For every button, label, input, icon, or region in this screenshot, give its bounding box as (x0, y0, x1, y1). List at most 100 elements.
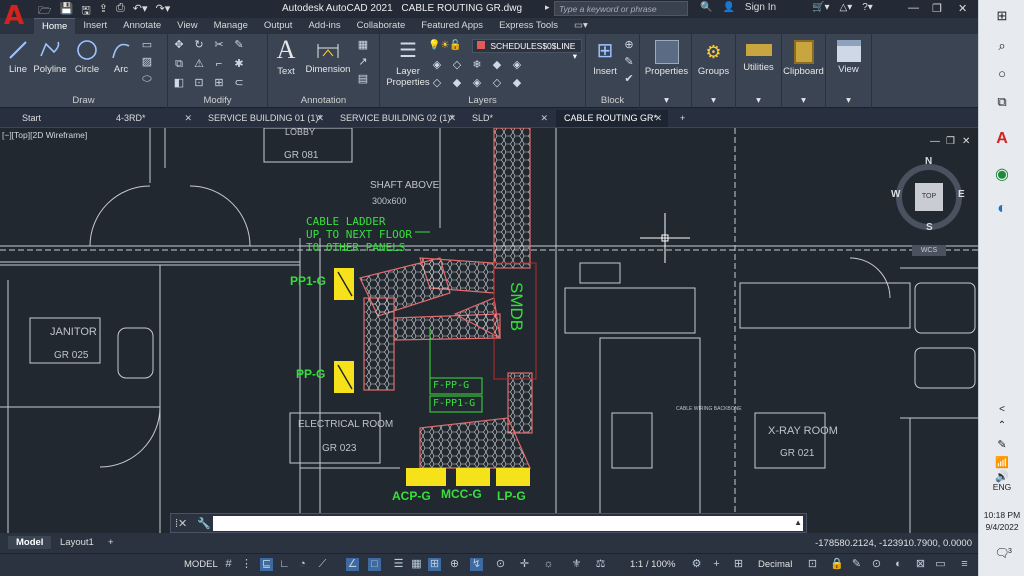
command-history-chevron-up-icon[interactable]: ▲ (794, 518, 802, 527)
fillet-icon[interactable]: ⌐ (212, 57, 226, 71)
chrome-icon[interactable]: ◉ (979, 164, 1024, 184)
dimension-button[interactable]: Dimension (304, 38, 352, 75)
units-icon[interactable]: ⊞ (732, 558, 745, 571)
tray-chevron-icon[interactable]: ⌃ (979, 420, 1024, 431)
layer-walk-icon[interactable]: ◆ (510, 76, 524, 90)
tab-express-tools[interactable]: Express Tools (491, 18, 566, 34)
cart-icon[interactable]: 🛒▾ (812, 2, 829, 13)
customization-menu-icon[interactable]: ≡ (958, 558, 971, 571)
tab-collaborate[interactable]: Collaborate (349, 18, 414, 34)
doc-tab-4-3rd[interactable]: 4-3RD* ✕ (108, 110, 198, 127)
tray-overflow-icon[interactable]: < (979, 404, 1024, 415)
selection-cycling-icon[interactable]: ⊞ (428, 558, 441, 571)
tab-featured-apps[interactable]: Featured Apps (413, 18, 491, 34)
layer-isolate-icon[interactable]: ◇ (450, 58, 464, 72)
markup-icon[interactable]: ▤ (356, 72, 370, 86)
utilities-button[interactable]: Utilities ▾ (736, 34, 782, 108)
isodraft-icon[interactable]: ⟋ (316, 558, 329, 571)
close-icon[interactable]: ✕ (654, 113, 662, 124)
groups-button[interactable]: ⚙ Groups ▾ (692, 34, 736, 108)
doc-tab-service-building-01[interactable]: SERVICE BUILDING 01 (1)* ✕ (200, 110, 330, 127)
table-icon[interactable]: ▦ (356, 38, 370, 52)
layer-dropdown[interactable]: SCHEDULES$0$LINE ▾ (472, 39, 582, 61)
hatch-icon[interactable]: ▨ (140, 55, 154, 69)
close-icon[interactable]: ✕ (958, 2, 967, 15)
restore-icon[interactable]: ❐ (932, 2, 942, 15)
clock-date[interactable]: 9/4/2022 (979, 522, 1024, 532)
tab-layout1[interactable]: Layout1 (52, 536, 102, 549)
compass-east[interactable]: E (958, 189, 965, 200)
layer-thaw-icon[interactable]: ◆ (450, 76, 464, 90)
osnap-icon[interactable]: □ (368, 558, 381, 571)
polyline-button[interactable]: Polyline (32, 38, 68, 75)
isolate-objects-icon[interactable]: ✎ (850, 558, 863, 571)
edit-block-icon[interactable]: ✎ (622, 55, 636, 69)
command-close-icon[interactable]: ⁞✕ (175, 517, 187, 530)
annotation-monitor-icon[interactable]: + (710, 558, 723, 571)
language-indicator[interactable]: ENG (979, 482, 1024, 492)
compass-north[interactable]: N (925, 156, 932, 167)
gizmo-icon[interactable]: ✛ (518, 558, 531, 571)
layers-panel-title[interactable]: Layers (380, 95, 585, 106)
trim-icon[interactable]: ✂ (212, 38, 226, 52)
close-icon[interactable]: ✕ (448, 113, 456, 124)
doc-tab-sld[interactable]: SLD* ✕ (464, 110, 554, 127)
block-panel-title[interactable]: Block (586, 95, 639, 106)
search-icon[interactable]: 🔍 (700, 2, 712, 13)
search-icon[interactable]: ⌕ (979, 38, 1024, 54)
share-icon[interactable]: ▸ (545, 2, 550, 13)
selection-filter-icon[interactable]: ⊙ (494, 558, 507, 571)
ellipse-icon[interactable]: ⬭ (140, 72, 154, 86)
osnap-tracking-icon[interactable]: ∠ (346, 558, 359, 571)
viewport-restore-icon[interactable]: ❐ (946, 136, 955, 147)
autocad-logo-icon[interactable]: A (4, 2, 28, 30)
fullscreen-icon[interactable]: ▭ (934, 558, 947, 571)
tab-view[interactable]: View (169, 18, 205, 34)
wifi-icon[interactable]: 📶 (979, 456, 1024, 469)
grid-icon[interactable]: # (222, 558, 235, 571)
copy-icon[interactable]: ⧉ (172, 57, 186, 71)
ortho-icon[interactable]: ∟ (278, 558, 291, 571)
offset-icon[interactable]: ⊂ (232, 76, 246, 90)
annotation-scale-icon[interactable]: ⚖ (594, 558, 607, 571)
command-input[interactable] (213, 516, 803, 531)
doc-tab-start[interactable]: Start (14, 110, 104, 127)
clean-screen-icon[interactable]: ⊠ (914, 558, 927, 571)
infer-icon[interactable]: ⊑ (260, 558, 273, 571)
circle-button[interactable]: Circle (72, 38, 102, 75)
mirror-icon[interactable]: ⚠ (192, 57, 206, 71)
transparency-icon[interactable]: ▦ (410, 558, 423, 571)
new-tab-button[interactable]: + (672, 110, 692, 127)
layer-properties-button[interactable]: ☰ Layer Properties (386, 38, 430, 88)
layer-freeze-icon[interactable]: ❄ (470, 58, 484, 72)
annotation-visibility-icon[interactable]: ☼ (542, 558, 555, 571)
a360-icon[interactable]: △▾ (840, 2, 853, 13)
tab-home[interactable]: Home (34, 18, 76, 34)
doc-tab-service-building-02[interactable]: SERVICE BUILDING 02 (1)* ✕ (332, 110, 462, 127)
line-button[interactable]: Line (6, 38, 30, 75)
graphics-performance-icon[interactable]: ⊙ (870, 558, 883, 571)
drawing-canvas[interactable]: [−][Top][2D Wireframe] — ❐ ✕ TOP N S E W… (0, 128, 978, 533)
wcs-menu[interactable]: WCS (912, 245, 946, 256)
clock-time[interactable]: 10:18 PM (979, 510, 1024, 520)
units-dropdown[interactable]: Decimal (758, 559, 792, 570)
lineweight-icon[interactable]: ☰ (392, 558, 405, 571)
add-layout-button[interactable]: + (100, 536, 122, 549)
cortana-icon[interactable]: ○ (979, 66, 1024, 81)
hardware-acceleration-icon[interactable]: ◐ (892, 558, 905, 571)
properties-button[interactable]: Properties ▾ (642, 34, 692, 108)
annotation-scale-dropdown[interactable]: 1:1 / 100% (630, 559, 675, 570)
task-view-icon[interactable]: ⧉ (979, 94, 1024, 110)
leader-icon[interactable]: ↗ (356, 55, 370, 69)
user-icon[interactable]: 👤 (722, 2, 734, 13)
layer-unlock-icon[interactable]: ◈ (470, 76, 484, 90)
ribbon-toggle-icon[interactable]: ▭▾ (566, 18, 596, 34)
rectangle-icon[interactable]: ▭ (140, 38, 154, 52)
tab-manage[interactable]: Manage (206, 18, 256, 34)
layer-unisolate-icon[interactable]: ◇ (430, 76, 444, 90)
move-icon[interactable]: ✥ (172, 38, 186, 52)
viewport-minimize-icon[interactable]: — (930, 136, 940, 147)
auto-scale-icon[interactable]: ⚜ (570, 558, 583, 571)
windows-start-icon[interactable]: ⊞ (979, 8, 1024, 24)
tab-annotate[interactable]: Annotate (115, 18, 169, 34)
